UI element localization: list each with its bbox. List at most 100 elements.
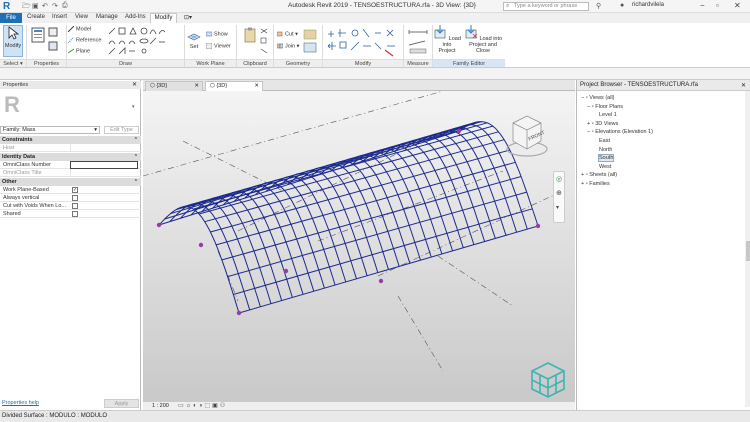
close-icon[interactable]: ✕: [734, 1, 741, 10]
family-types-icon[interactable]: [48, 41, 58, 51]
search-input[interactable]: ⌕ Type a keyword or phrase: [503, 2, 589, 11]
cursor-icon: [8, 26, 20, 40]
mesh-longitudinal-line: [181, 121, 482, 208]
tab-view[interactable]: View: [75, 14, 88, 20]
plane-button[interactable]: Plane: [68, 48, 90, 54]
model-line-button[interactable]: Model: [68, 26, 91, 32]
zoom-icon[interactable]: ⊕: [556, 189, 562, 197]
reference-line-icon: [68, 37, 74, 43]
browser-item-families[interactable]: + ▫ Families: [581, 181, 610, 187]
view-control-bar: 1 : 200 ▭☼◐◑⬚▣⚇: [143, 401, 575, 410]
scrollbar-thumb[interactable]: [746, 241, 750, 261]
work-plane-based-checkbox[interactable]: ✓: [72, 187, 78, 193]
group-identity-data[interactable]: Identity Data ⌃: [0, 153, 141, 161]
user-name[interactable]: richardvilela: [632, 2, 664, 8]
tab-3d-view-2[interactable]: ⬡ {3D} ✕: [205, 81, 263, 91]
maximize-icon[interactable]: ▫: [716, 1, 719, 10]
browser-item-level-1[interactable]: Level 1: [599, 112, 617, 118]
omniclass-number-field[interactable]: [70, 161, 138, 169]
minimize-icon[interactable]: −: [700, 1, 705, 10]
user-icon[interactable]: ●: [620, 2, 624, 9]
ribbon-toggle-icon[interactable]: ⊡▾: [184, 14, 192, 21]
tab-create[interactable]: Create: [27, 14, 45, 20]
select-panel-label[interactable]: Select ▾: [0, 59, 26, 67]
geometry-panel-label: Geometry: [274, 59, 322, 67]
tab-add-ins[interactable]: Add-Ins: [125, 14, 146, 20]
cut-copy-icon[interactable]: [260, 27, 268, 55]
modify-button[interactable]: Modify: [3, 25, 23, 57]
shared-checkbox[interactable]: [72, 211, 78, 217]
group-other[interactable]: Other ⌃: [0, 178, 141, 186]
group-constraints[interactable]: Constraints ⌃: [0, 136, 141, 144]
3d-viewport[interactable]: FRONT ◎ ⊕ ▾: [143, 91, 575, 401]
tab-3d-view-1[interactable]: ⬡ {3D} ✕: [145, 81, 203, 91]
properties-help-link[interactable]: Properties help: [2, 400, 39, 406]
cut-geometry-icon: [277, 31, 283, 37]
properties-palette: Properties ✕ R ▾ Family: Mass ▾ Edit Type…: [0, 80, 141, 410]
tab-file[interactable]: File: [0, 13, 22, 23]
browser-item-3d-views[interactable]: + ▫ 3D Views: [587, 121, 618, 127]
view-controls-icon[interactable]: ▭☼◐◑⬚▣⚇: [178, 402, 227, 409]
modify-tools-icon[interactable]: [325, 26, 401, 57]
zoom-dropdown-icon[interactable]: ▾: [556, 204, 559, 211]
cut-with-voids-checkbox[interactable]: [72, 203, 78, 209]
browser-scrollbar[interactable]: [745, 91, 750, 407]
tab-modify[interactable]: Modify: [150, 13, 177, 23]
join-geometry-icon: [277, 43, 283, 49]
measure-icon[interactable]: [407, 27, 429, 55]
type-selector-arrow-icon[interactable]: ▾: [132, 104, 135, 110]
family-type-preview-icon: R: [4, 92, 20, 117]
save-icon[interactable]: ▣: [32, 2, 39, 10]
workplane-viewer-button[interactable]: Viewer: [206, 43, 231, 49]
navigation-bar: ◎ ⊕ ▾: [553, 171, 565, 223]
load-into-project-and-close-button[interactable]: Load into Project and Close: [462, 25, 504, 54]
revit-logo[interactable]: R: [3, 1, 15, 12]
cut-geometry-button[interactable]: Cut ▾: [277, 31, 298, 37]
model-line-icon: [68, 26, 74, 32]
browser-item-north[interactable]: North: [599, 147, 612, 153]
properties-icon[interactable]: [31, 27, 45, 43]
properties-close-icon[interactable]: ✕: [132, 81, 137, 88]
join-geometry-button[interactable]: Join ▾: [277, 43, 299, 49]
reference-plane-icon: [68, 48, 74, 54]
steering-wheel-icon[interactable]: ◎: [556, 175, 562, 183]
binoculars-icon[interactable]: ⚲: [596, 2, 601, 10]
set-workplane-button[interactable]: Set: [187, 27, 201, 50]
status-bar: Divided Surface : MODULO : MODULO: [0, 410, 750, 422]
undo-icon[interactable]: ↶: [42, 2, 48, 10]
browser-close-icon[interactable]: ✕: [741, 82, 746, 89]
browser-item-floor-plans[interactable]: − ▫ Floor Plans: [587, 104, 623, 110]
prop-row-omniclass-title: OmniClass Title: [0, 169, 141, 177]
open-icon[interactable]: 🗁: [22, 2, 31, 13]
tab-manage[interactable]: Manage: [96, 14, 118, 20]
view-scale[interactable]: 1 : 200: [152, 403, 169, 409]
browser-item-east[interactable]: East: [599, 138, 610, 144]
workplane-grid-icon: [187, 33, 201, 41]
family-selector[interactable]: Family: Mass ▾: [0, 126, 100, 134]
geometry-tools-icon[interactable]: [303, 29, 317, 55]
type-properties-icon[interactable]: [48, 27, 58, 37]
browser-item-sheets-all[interactable]: + ▫ Sheets (all): [581, 172, 617, 178]
browser-item-south[interactable]: South: [597, 154, 615, 163]
window-title: Autodesk Revit 2019 - TENSOESTRUCTURA.rf…: [288, 2, 476, 9]
load-into-project-button[interactable]: Load into Project: [433, 25, 461, 54]
dropdown-arrow-icon: ▾: [94, 127, 97, 133]
browser-item-west[interactable]: West: [599, 164, 611, 170]
print-icon[interactable]: ⎙: [62, 2, 68, 10]
tab-insert[interactable]: Insert: [52, 14, 67, 20]
browser-item-views-all[interactable]: − ▫ Views (all): [581, 95, 615, 101]
apply-button[interactable]: Apply: [104, 399, 139, 408]
browser-item-elevations-elevation-1[interactable]: − ▫ Elevations (Elevation 1): [587, 129, 653, 135]
edit-type-button[interactable]: Edit Type: [104, 126, 139, 134]
ribbon: Modify Select ▾ Properties Model Referen…: [0, 23, 750, 68]
tab-close-icon[interactable]: ✕: [194, 82, 199, 91]
show-workplane-button[interactable]: Show: [206, 31, 228, 37]
tab-close-icon[interactable]: ✕: [254, 82, 259, 91]
reference-button[interactable]: Reference: [68, 37, 101, 43]
draw-tools-icon[interactable]: [107, 26, 165, 57]
divided-surface-mesh[interactable]: [158, 121, 539, 314]
redo-icon[interactable]: ↷: [52, 2, 58, 10]
paste-icon[interactable]: [243, 27, 257, 43]
viewcube[interactable]: FRONT: [503, 111, 551, 159]
always-vertical-checkbox[interactable]: [72, 195, 78, 201]
